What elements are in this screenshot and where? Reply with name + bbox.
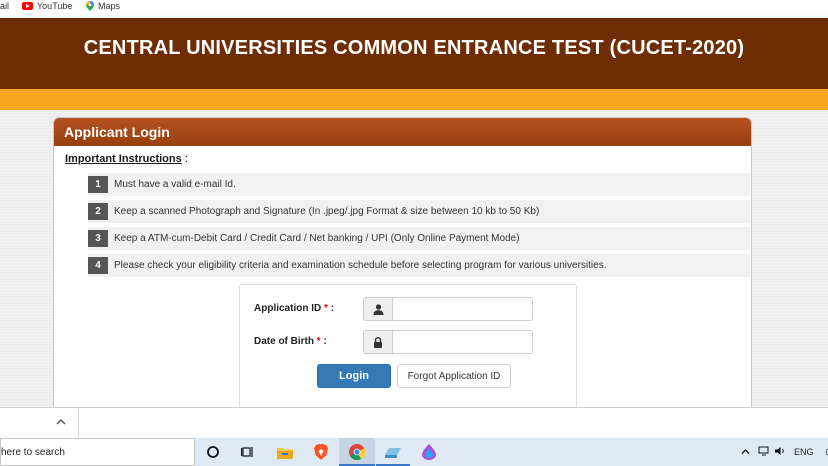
user-icon bbox=[373, 303, 383, 315]
instruction-item: 4 Please check your eligibility criteria… bbox=[88, 254, 750, 277]
language-indicator[interactable]: ENG bbox=[794, 447, 814, 457]
chevron-up-icon[interactable] bbox=[741, 447, 750, 457]
instructions-colon: : bbox=[181, 153, 188, 165]
instructions-list: 1 Must have a valid e-mail Id. 2 Keep a … bbox=[88, 173, 750, 281]
speaker-icon[interactable] bbox=[775, 446, 786, 458]
windows-taskbar: here to search ENG 07 bbox=[0, 438, 828, 466]
maps-icon bbox=[86, 1, 94, 11]
site-header: CENTRAL UNIVERSITIES COMMON ENTRANCE TES… bbox=[0, 18, 828, 89]
login-form: Application ID * : Date of Birth * : Log… bbox=[239, 284, 577, 407]
divider bbox=[78, 408, 79, 439]
header-stripe bbox=[0, 89, 828, 110]
chevron-up-icon[interactable] bbox=[56, 417, 66, 429]
lock-icon-addon bbox=[363, 330, 393, 354]
bookmark-maps[interactable]: Maps bbox=[86, 0, 120, 12]
label-colon: : bbox=[327, 303, 335, 314]
instruction-number: 4 bbox=[88, 257, 108, 274]
download-bar bbox=[0, 407, 828, 439]
dob-label: Date of Birth * : bbox=[254, 336, 327, 347]
panel-title: Applicant Login bbox=[64, 124, 170, 140]
instruction-item: 1 Must have a valid e-mail Id. bbox=[88, 173, 750, 196]
brave-browser-icon[interactable] bbox=[312, 443, 330, 461]
login-button[interactable]: Login bbox=[317, 364, 391, 388]
bookmark-youtube[interactable]: YouTube bbox=[22, 0, 72, 12]
task-view-icon[interactable] bbox=[239, 443, 257, 461]
instructions-heading: Important Instructions : bbox=[65, 153, 188, 165]
instruction-text: Must have a valid e-mail Id. bbox=[114, 179, 236, 190]
panel-heading: Applicant Login bbox=[54, 118, 751, 146]
app-window-icon[interactable] bbox=[384, 443, 402, 461]
taskbar-search-text: here to search bbox=[1, 446, 65, 458]
instruction-number: 2 bbox=[88, 203, 108, 220]
chrome-icon[interactable] bbox=[348, 443, 366, 461]
dob-input[interactable] bbox=[392, 330, 533, 354]
dob-label-text: Date of Birth bbox=[254, 336, 314, 347]
instruction-item: 2 Keep a scanned Photograph and Signatur… bbox=[88, 200, 750, 223]
header-title: CENTRAL UNIVERSITIES COMMON ENTRANCE TES… bbox=[83, 36, 745, 59]
user-icon-addon bbox=[363, 297, 393, 321]
instruction-number: 1 bbox=[88, 176, 108, 193]
instruction-text: Please check your eligibility criteria a… bbox=[114, 260, 607, 271]
page-viewport: CENTRAL UNIVERSITIES COMMON ENTRANCE TES… bbox=[0, 12, 828, 407]
forgot-application-id-button[interactable]: Forgot Application ID bbox=[397, 364, 511, 388]
instructions-title: Important Instructions bbox=[65, 153, 182, 165]
file-explorer-icon[interactable] bbox=[276, 443, 294, 461]
applicant-login-panel: Applicant Login Important Instructions :… bbox=[53, 117, 752, 407]
instruction-item: 3 Keep a ATM-cum-Debit Card / Credit Car… bbox=[88, 227, 750, 250]
instruction-text: Keep a ATM-cum-Debit Card / Credit Card … bbox=[114, 233, 520, 244]
instruction-number: 3 bbox=[88, 230, 108, 247]
application-id-label-text: Application ID bbox=[254, 303, 322, 314]
application-id-label: Application ID * : bbox=[254, 303, 334, 314]
instruction-text: Keep a scanned Photograph and Signature … bbox=[114, 206, 540, 217]
system-tray: ENG 07 bbox=[741, 438, 828, 466]
bookmark-label: ail bbox=[0, 1, 10, 11]
label-colon: : bbox=[320, 336, 327, 347]
cortana-icon[interactable] bbox=[204, 443, 222, 461]
application-id-input[interactable] bbox=[392, 297, 533, 321]
bookmark-label: Maps bbox=[98, 1, 121, 11]
network-icon[interactable] bbox=[758, 446, 770, 458]
bookmarks-bar: ail YouTube Maps bbox=[0, 0, 828, 12]
youtube-icon bbox=[22, 2, 33, 10]
bookmark-mail[interactable]: ail bbox=[0, 0, 9, 12]
paint-drop-icon[interactable] bbox=[420, 443, 438, 461]
taskbar-search-box[interactable]: here to search bbox=[0, 438, 195, 466]
bookmark-label: YouTube bbox=[37, 1, 73, 11]
lock-icon bbox=[374, 336, 382, 348]
